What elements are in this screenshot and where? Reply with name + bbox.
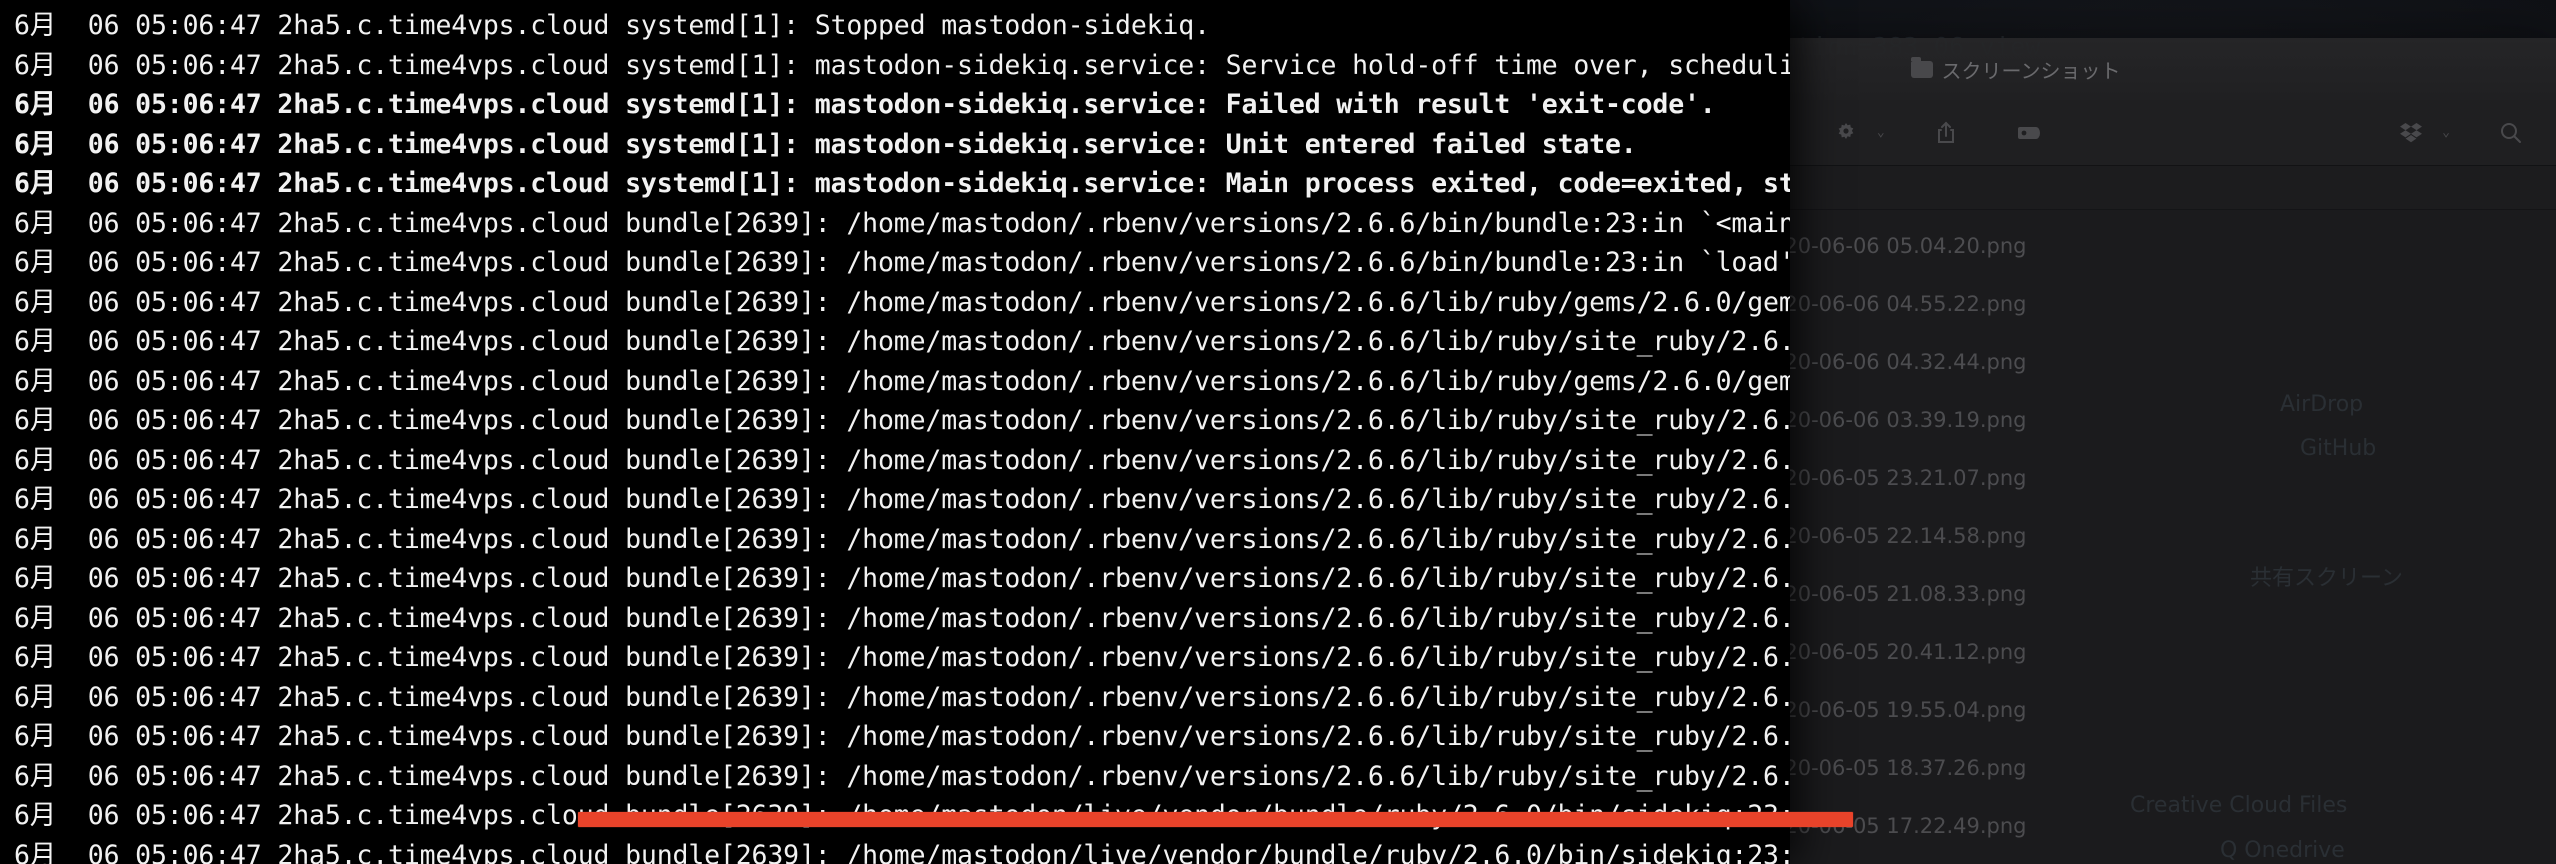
log-line[interactable]: 6月 06 05:06:47 2ha5.c.time4vps.cloud sys… xyxy=(0,125,1790,165)
desktop-item-label: GitHub xyxy=(2300,436,2377,461)
share-icon[interactable] xyxy=(1923,115,1969,151)
log-line[interactable]: 6月 06 05:06:47 2ha5.c.time4vps.cloud sys… xyxy=(0,85,1790,125)
log-line[interactable]: 6月 06 05:06:47 2ha5.c.time4vps.cloud sys… xyxy=(0,6,1790,46)
desktop-item-label: Creative Cloud Files xyxy=(2130,793,2348,818)
log-line[interactable]: 6月 06 05:06:47 2ha5.c.time4vps.cloud bun… xyxy=(0,480,1790,520)
dropbox-chevron-down-icon[interactable]: ⌄ xyxy=(2442,125,2450,140)
terminal-log-output[interactable]: 6月 06 05:06:47 2ha5.c.time4vps.cloud sys… xyxy=(0,0,1790,864)
search-icon[interactable] xyxy=(2488,115,2534,151)
log-line[interactable]: 6月 06 05:06:47 2ha5.c.time4vps.cloud bun… xyxy=(0,559,1790,599)
actions-chevron-down-icon[interactable]: ⌄ xyxy=(1877,125,1885,140)
red-underline-annotation xyxy=(578,812,1853,827)
log-line[interactable]: 6月 06 05:06:47 2ha5.c.time4vps.cloud bun… xyxy=(0,401,1790,441)
log-line[interactable]: 6月 06 05:06:47 2ha5.c.time4vps.cloud sys… xyxy=(0,46,1790,86)
desktop-item-label: Q Onedrive xyxy=(2220,838,2345,863)
finder-title-label: スクリーンショット xyxy=(1941,58,2121,83)
log-line[interactable]: 6月 06 05:06:47 2ha5.c.time4vps.cloud bun… xyxy=(0,678,1790,718)
log-line[interactable]: 6月 06 05:06:47 2ha5.c.time4vps.cloud bun… xyxy=(0,362,1790,402)
desktop-item-label: AirDrop xyxy=(2280,392,2364,417)
finder-window-title: スクリーンショット xyxy=(1910,55,2121,84)
log-line[interactable]: 6月 06 05:06:47 2ha5.c.time4vps.cloud bun… xyxy=(0,204,1790,244)
log-line[interactable]: 6月 06 05:06:47 2ha5.c.time4vps.cloud bun… xyxy=(0,243,1790,283)
folder-icon xyxy=(1910,56,1933,78)
log-line[interactable]: 6月 06 05:06:47 2ha5.c.time4vps.cloud bun… xyxy=(0,441,1790,481)
desktop-item-label: 共有スクリーン xyxy=(2250,566,2403,591)
screen-root: 6月 06 04:57:47 2ha5.c.time4vps.cloud bun… xyxy=(0,0,2556,864)
gear-icon[interactable] xyxy=(1823,115,1869,151)
log-line[interactable]: 6月 06 05:06:47 2ha5.c.time4vps.cloud bun… xyxy=(0,638,1790,678)
log-line[interactable]: 6月 06 05:06:47 2ha5.c.time4vps.cloud bun… xyxy=(0,757,1790,797)
tag-icon[interactable] xyxy=(2007,115,2053,151)
terminal-window[interactable]: 6月 06 05:06:47 2ha5.c.time4vps.cloud sys… xyxy=(0,0,1790,864)
log-line[interactable]: 6月 06 05:06:47 2ha5.c.time4vps.cloud bun… xyxy=(0,322,1790,362)
log-line[interactable]: 6月 06 05:06:47 2ha5.c.time4vps.cloud sys… xyxy=(0,164,1790,204)
log-line[interactable]: 6月 06 05:06:47 2ha5.c.time4vps.cloud bun… xyxy=(0,520,1790,560)
log-line[interactable]: 6月 06 05:06:47 2ha5.c.time4vps.cloud bun… xyxy=(0,836,1790,864)
log-line[interactable]: 6月 06 05:06:47 2ha5.c.time4vps.cloud bun… xyxy=(0,283,1790,323)
log-line[interactable]: 6月 06 05:06:47 2ha5.c.time4vps.cloud bun… xyxy=(0,599,1790,639)
dropbox-icon[interactable] xyxy=(2388,115,2434,151)
log-line[interactable]: 6月 06 05:06:47 2ha5.c.time4vps.cloud bun… xyxy=(0,717,1790,757)
